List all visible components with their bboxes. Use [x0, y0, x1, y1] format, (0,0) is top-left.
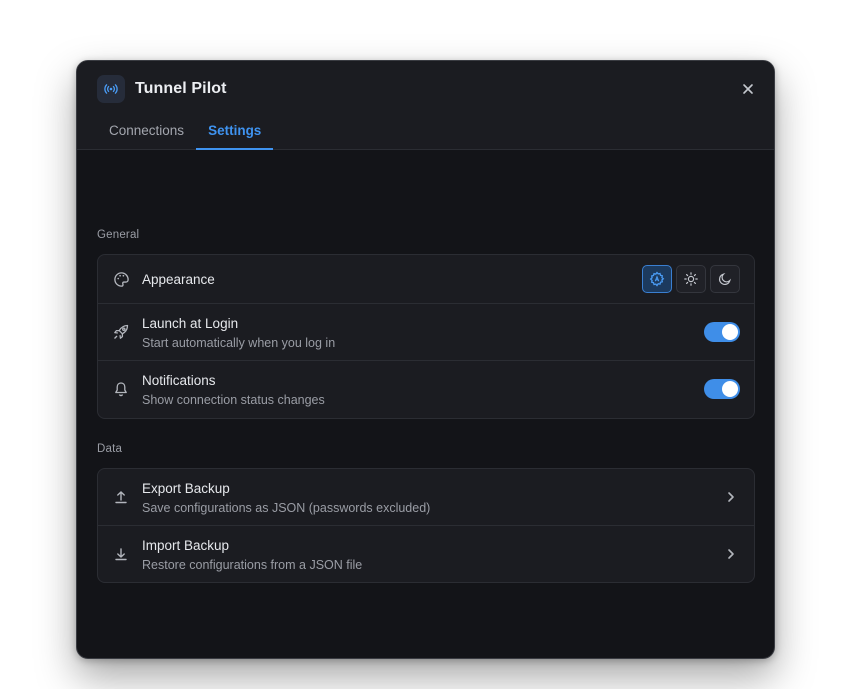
- settings-window: Tunnel Pilot Connections Settings Genera…: [76, 60, 775, 659]
- chevron-right-icon: [724, 547, 738, 561]
- export-backup-title: Export Backup: [142, 481, 230, 496]
- launch-at-login-toggle[interactable]: [704, 322, 740, 342]
- auto-theme-icon: [649, 271, 665, 287]
- broadcast-icon: [97, 75, 125, 103]
- toggle-knob: [722, 381, 738, 397]
- launch-at-login-title: Launch at Login: [142, 316, 239, 331]
- notifications-title: Notifications: [142, 373, 216, 388]
- import-backup-title: Import Backup: [142, 538, 230, 553]
- theme-light-button[interactable]: [676, 265, 706, 293]
- tab-settings[interactable]: Settings: [196, 119, 274, 150]
- export-backup-row[interactable]: Export Backup Save configurations as JSO…: [98, 469, 754, 526]
- import-backup-subtitle: Restore configurations from a JSON file: [142, 558, 363, 572]
- notifications-toggle[interactable]: [704, 379, 740, 399]
- tab-connections[interactable]: Connections: [97, 119, 196, 149]
- notifications-row: Notifications Show connection status cha…: [98, 361, 754, 418]
- title-bar: Tunnel Pilot Connections Settings: [77, 61, 774, 150]
- section-label-data: Data: [97, 443, 123, 455]
- tab-bar: Connections Settings: [97, 119, 274, 150]
- app-title: Tunnel Pilot: [135, 80, 227, 97]
- rocket-icon: [112, 323, 130, 341]
- export-backup-subtitle: Save configurations as JSON (passwords e…: [142, 501, 431, 515]
- appearance-title: Appearance: [142, 272, 215, 287]
- close-button[interactable]: [738, 79, 758, 99]
- import-backup-row[interactable]: Import Backup Restore configurations fro…: [98, 526, 754, 582]
- close-icon: [743, 84, 753, 94]
- toggle-knob: [722, 324, 738, 340]
- theme-dark-button[interactable]: [710, 265, 740, 293]
- theme-auto-button[interactable]: [642, 265, 672, 293]
- notifications-subtitle: Show connection status changes: [142, 393, 325, 407]
- general-card: Appearance Launch at Login Start automat…: [97, 254, 755, 419]
- moon-icon: [719, 273, 731, 285]
- appearance-row: Appearance: [98, 255, 754, 304]
- sun-icon: [684, 272, 698, 286]
- data-card: Export Backup Save configurations as JSO…: [97, 468, 755, 583]
- download-icon: [112, 545, 130, 563]
- upload-icon: [112, 488, 130, 506]
- appearance-selector: [642, 265, 740, 293]
- chevron-right-icon: [724, 490, 738, 504]
- section-label-general: General: [97, 229, 140, 241]
- palette-icon: [112, 270, 130, 288]
- launch-at-login-subtitle: Start automatically when you log in: [142, 336, 336, 350]
- bell-icon: [112, 380, 130, 398]
- launch-at-login-row: Launch at Login Start automatically when…: [98, 304, 754, 361]
